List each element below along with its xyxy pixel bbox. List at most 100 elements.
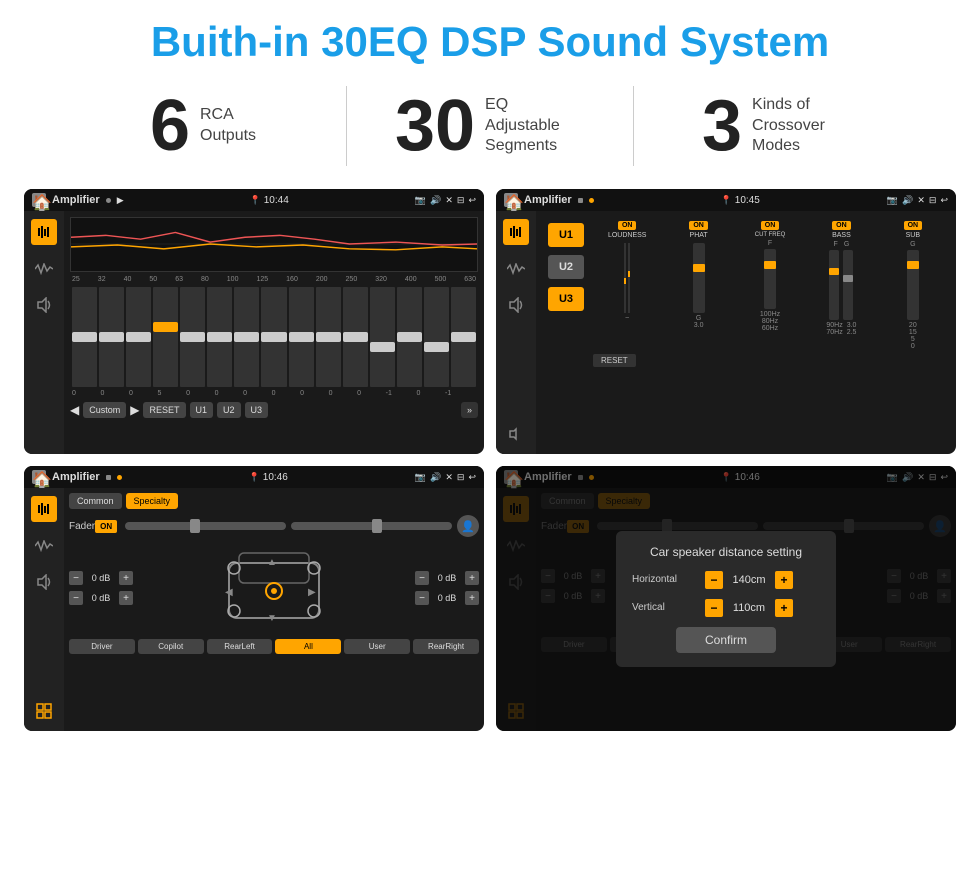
eq-next-btn[interactable]: ▶ bbox=[130, 403, 139, 417]
eq-icon-3[interactable] bbox=[31, 496, 57, 522]
dot-orange-2 bbox=[589, 198, 594, 203]
home-icon-3[interactable]: 🏠 bbox=[32, 470, 46, 484]
crossover-reset-btn[interactable]: RESET bbox=[593, 354, 636, 367]
fader-on-badge[interactable]: ON bbox=[95, 520, 117, 533]
sidebar-1 bbox=[24, 211, 64, 454]
minus-btn-2[interactable]: − bbox=[69, 591, 83, 605]
rearright-btn-3[interactable]: RearRight bbox=[413, 639, 479, 654]
phat-on[interactable]: ON bbox=[689, 221, 708, 230]
minimize-icon-3[interactable]: ⊟ bbox=[457, 472, 465, 483]
plus-btn-3[interactable]: + bbox=[465, 571, 479, 585]
driver-btn-3[interactable]: Driver bbox=[69, 639, 135, 654]
wave-icon-2[interactable] bbox=[504, 257, 528, 281]
eq-prev-btn[interactable]: ◀ bbox=[70, 403, 79, 417]
eq-u3-btn[interactable]: U3 bbox=[245, 402, 269, 418]
vol-left-col: − 0 dB + − 0 dB + bbox=[69, 571, 133, 605]
eq-icon-1[interactable] bbox=[31, 219, 57, 245]
back-icon-3[interactable]: ↩ bbox=[468, 472, 476, 483]
dot-sq-3 bbox=[106, 475, 111, 480]
vertical-ctrl: − 110cm + bbox=[705, 599, 793, 617]
horizontal-label: Horizontal bbox=[632, 574, 697, 585]
horizontal-plus-btn[interactable]: + bbox=[775, 571, 793, 589]
fader-track-1[interactable] bbox=[125, 522, 286, 530]
car-diagram: ▲ ▼ ◀ ▶ bbox=[141, 543, 407, 633]
eq-reset-btn[interactable]: RESET bbox=[143, 402, 185, 418]
u3-btn[interactable]: U3 bbox=[548, 287, 584, 311]
close-icon-2[interactable]: ✕ bbox=[917, 195, 925, 206]
copilot-btn-3[interactable]: Copilot bbox=[138, 639, 204, 654]
plus-btn-4[interactable]: + bbox=[465, 591, 479, 605]
home-icon-2[interactable]: 🏠 bbox=[504, 193, 518, 207]
eq-u2-btn[interactable]: U2 bbox=[217, 402, 241, 418]
u1-btn[interactable]: U1 bbox=[548, 223, 584, 247]
u2-btn[interactable]: U2 bbox=[548, 255, 584, 279]
cutfreq-on[interactable]: ON bbox=[761, 221, 780, 230]
loudness-curve2 bbox=[628, 243, 630, 313]
wave-icon-3[interactable] bbox=[32, 534, 56, 558]
stat-rca: 6 RCA Outputs bbox=[60, 90, 346, 162]
ctrl-sub: ON SUB G 20 15 5 0 bbox=[879, 221, 947, 350]
svg-text:▶: ▶ bbox=[308, 587, 316, 598]
bass-on[interactable]: ON bbox=[832, 221, 851, 230]
eq-icon-2[interactable] bbox=[503, 219, 529, 245]
wave-icon-1[interactable] bbox=[32, 257, 56, 281]
vol-val-3: 0 dB bbox=[433, 573, 461, 583]
vol-down-icon-2[interactable] bbox=[504, 422, 528, 446]
sub-on[interactable]: ON bbox=[904, 221, 923, 230]
close-icon-3[interactable]: ✕ bbox=[445, 472, 453, 483]
location-icon-1: 📍 bbox=[250, 195, 261, 205]
speaker-icon-2[interactable] bbox=[504, 293, 528, 317]
minus-btn-3[interactable]: − bbox=[415, 571, 429, 585]
ctrl-loudness: ON LOUDNESS ~ bbox=[593, 221, 661, 322]
back-icon-1[interactable]: ↩ bbox=[468, 195, 476, 206]
layout-icon-3[interactable] bbox=[32, 699, 56, 723]
sidebar-2 bbox=[496, 211, 536, 454]
distance-dialog: Car speaker distance setting Horizontal … bbox=[616, 531, 836, 667]
tab-common-3[interactable]: Common bbox=[69, 493, 122, 509]
location-icon-2: 📍 bbox=[721, 195, 732, 205]
location-icon-3: 📍 bbox=[249, 472, 260, 482]
speaker-icon-3[interactable] bbox=[32, 570, 56, 594]
stat-eq: 30 EQ Adjustable Segments bbox=[347, 90, 633, 162]
plus-btn-2[interactable]: + bbox=[119, 591, 133, 605]
app-title-3: Amplifier bbox=[52, 471, 100, 483]
vol-right-col: − 0 dB + − 0 dB + bbox=[415, 571, 479, 605]
plus-btn-1[interactable]: + bbox=[119, 571, 133, 585]
minimize-icon-1[interactable]: ⊟ bbox=[457, 195, 465, 206]
vertical-plus-btn[interactable]: + bbox=[775, 599, 793, 617]
screenshots-grid: 🏠 Amplifier ▶ 📍 10:44 📷 🔊 ✕ ⊟ ↩ bbox=[0, 181, 980, 743]
confirm-button[interactable]: Confirm bbox=[676, 627, 776, 653]
eq-u1-btn[interactable]: U1 bbox=[190, 402, 214, 418]
speaker-icon-1[interactable] bbox=[32, 293, 56, 317]
home-icon-1[interactable]: 🏠 bbox=[32, 193, 46, 207]
close-icon-1[interactable]: ✕ bbox=[445, 195, 453, 206]
minus-btn-4[interactable]: − bbox=[415, 591, 429, 605]
rearleft-btn-3[interactable]: RearLeft bbox=[207, 639, 273, 654]
vol-val-1: 0 dB bbox=[87, 573, 115, 583]
tab-specialty-3[interactable]: Specialty bbox=[126, 493, 179, 509]
person-icon-3[interactable]: 👤 bbox=[457, 515, 479, 537]
eq-val-labels: 00050000000-10-1 bbox=[70, 390, 478, 397]
play-icon[interactable]: ▶ bbox=[117, 195, 124, 206]
eq-main: 253240506380100125160200250320400500630 bbox=[64, 211, 484, 454]
all-btn-3[interactable]: All bbox=[275, 639, 341, 654]
stat-label-eq: EQ Adjustable Segments bbox=[485, 95, 585, 157]
loudness-label: LOUDNESS bbox=[608, 232, 647, 239]
eq-sliders-container[interactable] bbox=[70, 287, 478, 387]
minimize-icon-2[interactable]: ⊟ bbox=[929, 195, 937, 206]
stats-row: 6 RCA Outputs 30 EQ Adjustable Segments … bbox=[0, 76, 980, 181]
svg-text:▼: ▼ bbox=[267, 613, 277, 624]
crossover-main: U1 U2 U3 ON LOUDNESS bbox=[536, 211, 956, 454]
fader-track-2[interactable] bbox=[291, 522, 452, 530]
back-icon-2[interactable]: ↩ bbox=[940, 195, 948, 206]
loudness-on[interactable]: ON bbox=[618, 221, 637, 230]
horizontal-minus-btn[interactable]: − bbox=[705, 571, 723, 589]
minus-btn-1[interactable]: − bbox=[69, 571, 83, 585]
vertical-minus-btn[interactable]: − bbox=[705, 599, 723, 617]
user-btn-3[interactable]: User bbox=[344, 639, 410, 654]
status-bar-3: 🏠 Amplifier 📍 10:46 📷 🔊 ✕ ⊟ ↩ bbox=[24, 466, 484, 488]
eq-curve-svg bbox=[71, 218, 477, 271]
fader-text-label: Fader bbox=[69, 521, 95, 532]
eq-expand-btn[interactable]: » bbox=[461, 402, 478, 418]
stat-label-rca: RCA Outputs bbox=[200, 105, 256, 147]
